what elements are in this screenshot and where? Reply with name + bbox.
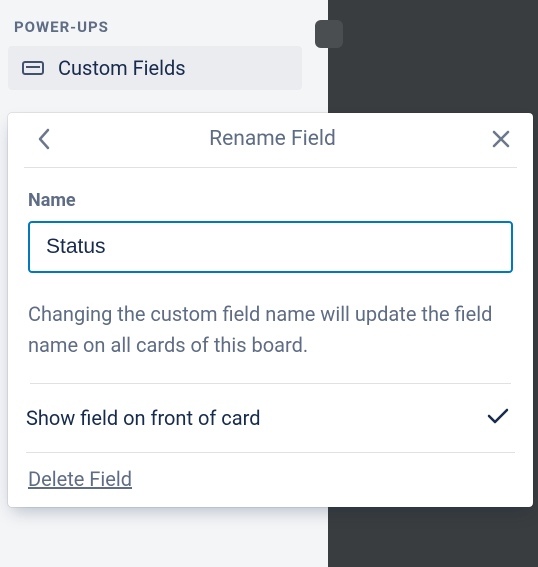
back-button[interactable]: [30, 125, 58, 153]
modal-header: Rename Field: [8, 113, 533, 167]
section-heading-powerups: POWER-UPS: [8, 18, 320, 46]
card-icon: [22, 61, 44, 75]
chevron-left-icon: [37, 128, 51, 150]
close-button[interactable]: [487, 125, 515, 153]
rename-field-modal: Rename Field Name Changing the custom fi…: [8, 113, 533, 507]
modal-body: Name Changing the custom field name will…: [8, 168, 533, 384]
modal-title: Rename Field: [58, 127, 487, 151]
powerup-label: Custom Fields: [58, 56, 186, 80]
show-on-front-toggle[interactable]: Show field on front of card: [8, 384, 533, 452]
name-input[interactable]: [28, 221, 513, 273]
name-label: Name: [28, 190, 513, 211]
check-icon: [487, 407, 509, 429]
delete-field-link[interactable]: Delete Field: [8, 453, 132, 491]
close-icon: [491, 129, 511, 149]
powerup-item-custom-fields[interactable]: Custom Fields: [8, 46, 302, 90]
show-on-front-label: Show field on front of card: [26, 406, 261, 430]
help-text: Changing the custom field name will upda…: [28, 299, 513, 361]
sidebar: POWER-UPS Custom Fields: [0, 0, 328, 98]
